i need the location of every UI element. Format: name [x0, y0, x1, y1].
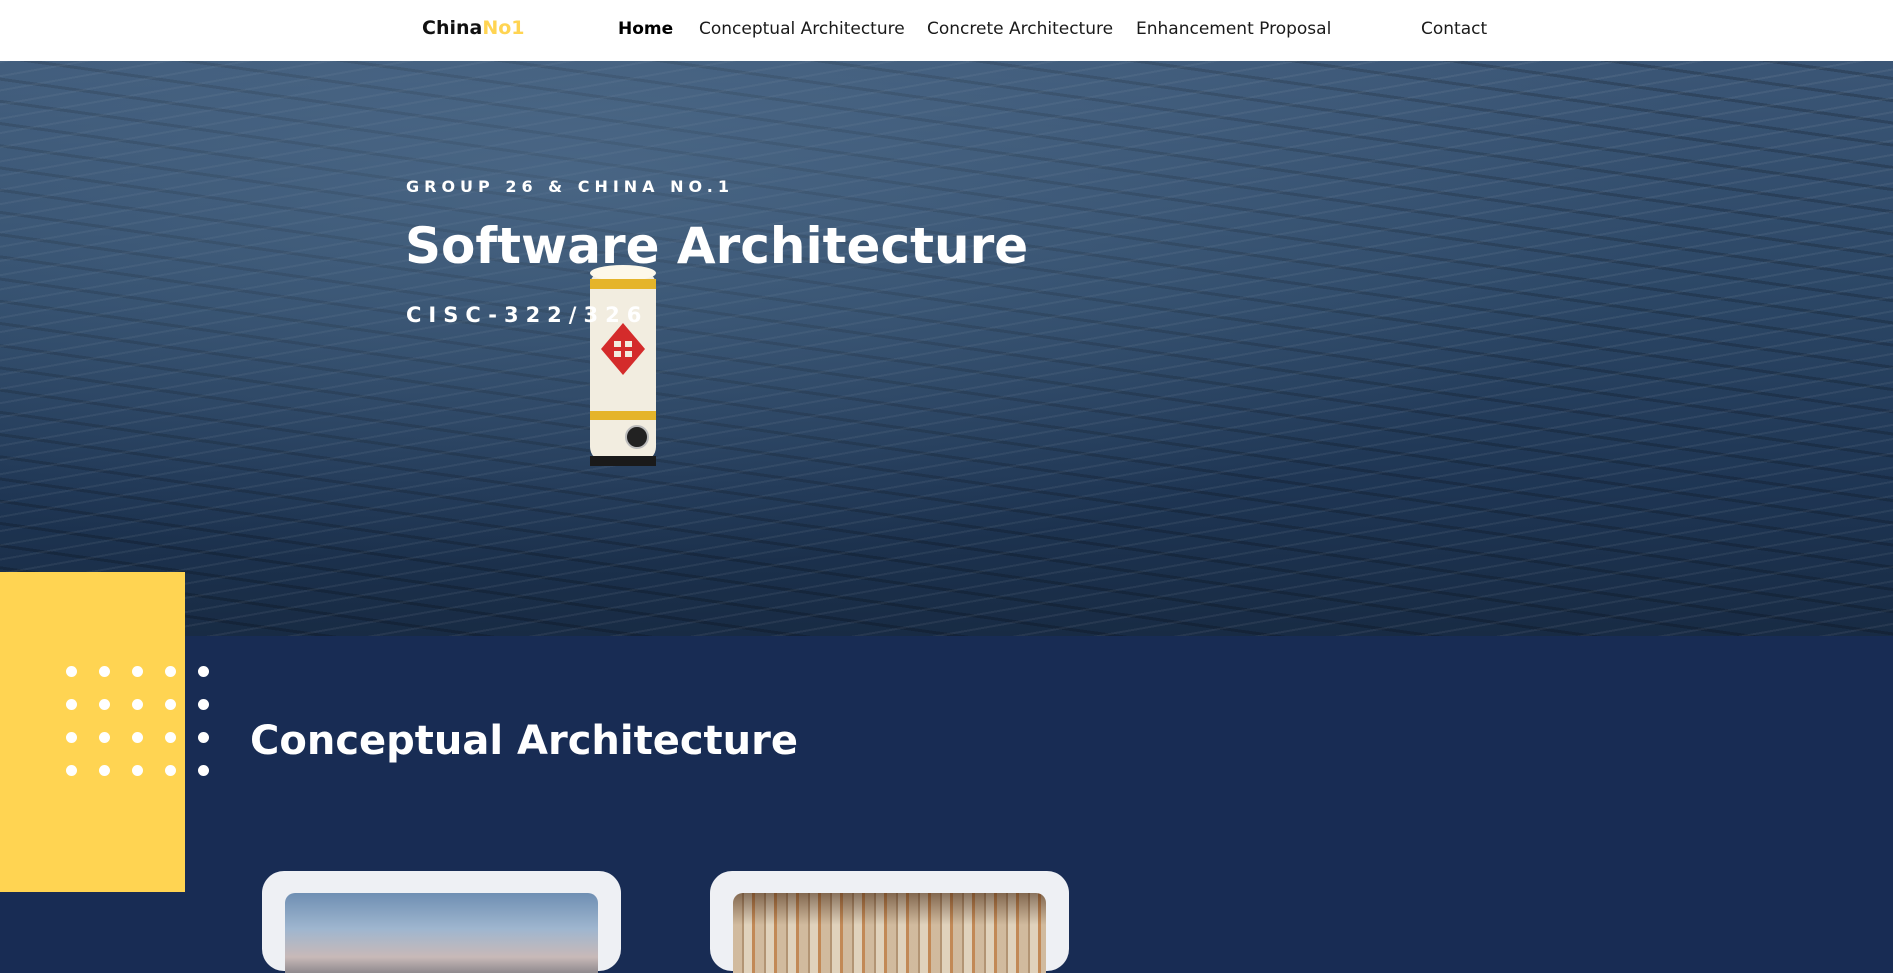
dot: [132, 666, 143, 677]
buoy-illustration: [590, 265, 656, 466]
site-logo[interactable]: ChinaNo1: [422, 17, 525, 39]
nav-link-concrete-architecture[interactable]: Concrete Architecture: [927, 19, 1113, 39]
dot: [66, 732, 77, 743]
buoy-image: [585, 261, 663, 471]
dot: [99, 699, 110, 710]
card-1[interactable]: [262, 871, 621, 973]
dot: [99, 666, 110, 677]
dot: [99, 765, 110, 776]
dot: [198, 666, 209, 677]
dot: [198, 699, 209, 710]
hero-title: Software Architecture: [405, 217, 1029, 275]
card-2-image: [733, 893, 1046, 973]
nav-link-conceptual-architecture[interactable]: Conceptual Architecture: [699, 19, 905, 39]
logo-accent-text: No1: [482, 17, 525, 39]
dot: [132, 765, 143, 776]
section-title: Conceptual Architecture: [250, 718, 799, 764]
card-2[interactable]: [710, 871, 1069, 973]
nav-link-home[interactable]: Home: [618, 19, 673, 39]
navbar: ChinaNo1 Home Conceptual Architecture Co…: [0, 0, 1893, 61]
dot: [198, 732, 209, 743]
dot: [66, 699, 77, 710]
nav-link-enhancement-proposal[interactable]: Enhancement Proposal: [1136, 19, 1331, 39]
hero-eyebrow-text: GROUP 26 & CHINA NO.1: [406, 177, 734, 196]
decorative-dot-grid: [66, 666, 209, 776]
dot: [66, 666, 77, 677]
dot: [66, 765, 77, 776]
dot: [132, 732, 143, 743]
dot: [165, 699, 176, 710]
hero-subtitle: CISC-322/326: [406, 303, 649, 327]
dot: [165, 765, 176, 776]
dot: [165, 666, 176, 677]
dot: [198, 765, 209, 776]
dot: [165, 732, 176, 743]
card-1-image: [285, 893, 598, 973]
hero-banner: GROUP 26 & CHINA NO.1 Software Architect…: [0, 61, 1893, 636]
nav-link-contact[interactable]: Contact: [1421, 19, 1487, 39]
dot: [132, 699, 143, 710]
logo-main-text: China: [422, 17, 483, 39]
dot: [99, 732, 110, 743]
